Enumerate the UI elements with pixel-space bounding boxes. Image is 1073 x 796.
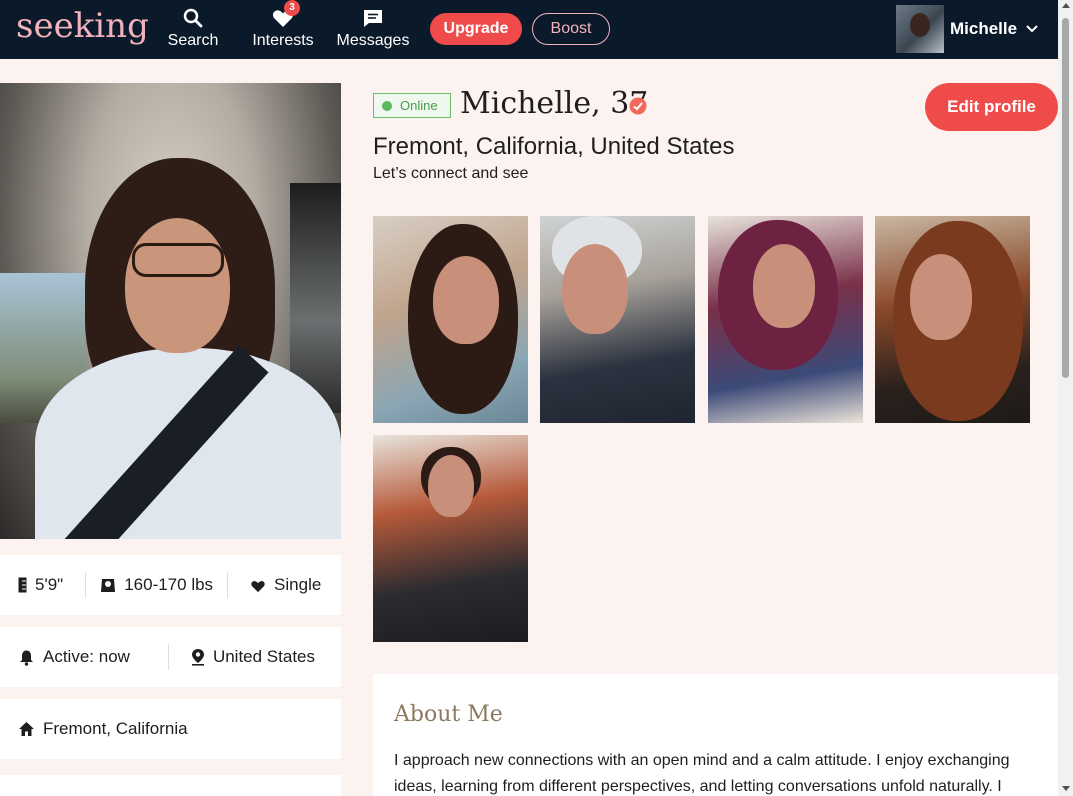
gallery-photo-1[interactable] [373, 216, 528, 423]
activity-value: Active: now [43, 647, 130, 666]
gallery-photo-5[interactable] [373, 435, 528, 642]
height-value: 5'9" [35, 575, 64, 594]
page-scrollbar[interactable] [1058, 0, 1073, 796]
country-value: United States [212, 647, 315, 666]
seeking-logo[interactable]: seeking [16, 6, 149, 46]
about-me-title: About Me [394, 702, 503, 727]
top-navigation-bar: seeking Search 3 Interests Messages Upgr… [0, 0, 1058, 59]
chevron-down-icon [1026, 25, 1038, 33]
online-label: Online [400, 98, 438, 113]
nav-messages-label: Messages [336, 32, 410, 49]
profile-name-age: Michelle, 37 [460, 86, 649, 121]
profile-location: Fremont, California, United States [373, 133, 735, 160]
online-status-badge: Online [373, 93, 451, 118]
nav-search-label: Search [167, 32, 219, 49]
gallery-photo-4[interactable] [875, 216, 1030, 423]
hometown-card: Fremont, California [0, 699, 341, 759]
weight-value: 160-170 lbs [124, 575, 214, 594]
scroll-down-arrow-icon[interactable] [1062, 786, 1070, 791]
boost-button[interactable]: Boost [532, 13, 610, 45]
gallery-photo-3[interactable] [708, 216, 863, 423]
search-icon [183, 8, 203, 28]
relationship-value: Single [274, 575, 322, 594]
hometown-stat: Fremont, California [18, 719, 188, 739]
country-stat: United States [191, 647, 315, 667]
relationship-stat: Single [250, 575, 321, 595]
nav-search[interactable]: Search [163, 6, 223, 50]
scroll-up-arrow-icon[interactable] [1062, 3, 1070, 8]
about-me-text: I approach new connections with an open … [394, 752, 1010, 795]
gallery-photo-2[interactable] [540, 216, 695, 423]
activity-card: Active: now United States [0, 627, 341, 687]
avatar [896, 5, 944, 53]
edit-profile-button[interactable]: Edit profile [925, 83, 1058, 131]
nav-interests-label: Interests [252, 32, 314, 49]
ruler-icon [18, 577, 27, 593]
home-icon [19, 722, 34, 736]
verified-check-icon [629, 97, 647, 115]
chat-icon [364, 10, 382, 27]
scrollbar-thumb[interactable] [1062, 18, 1069, 378]
bell-icon [20, 650, 33, 666]
hometown-value: Fremont, California [43, 719, 188, 738]
scale-icon [101, 579, 116, 592]
weight-stat: 160-170 lbs [100, 575, 213, 595]
activity-stat: Active: now [18, 647, 130, 667]
user-menu[interactable]: Michelle [896, 5, 1039, 53]
info-card-partial [0, 775, 341, 796]
interests-count-badge: 3 [284, 0, 300, 16]
nav-messages[interactable]: Messages [333, 6, 413, 50]
online-dot-icon [382, 100, 392, 111]
heart-icon [251, 580, 265, 592]
upgrade-button[interactable]: Upgrade [430, 13, 522, 45]
profile-tagline: Let’s connect and see [373, 165, 529, 182]
nav-interests[interactable]: 3 Interests [248, 0, 318, 50]
height-stat: 5'9" [18, 575, 63, 595]
location-pin-icon [191, 649, 204, 666]
main-profile-photo[interactable] [0, 83, 341, 539]
about-me-section: About Me I approach new connections with… [373, 674, 1058, 796]
user-name: Michelle [950, 19, 1018, 38]
stats-card-body: 5'9" 160-170 lbs Single [0, 555, 341, 615]
